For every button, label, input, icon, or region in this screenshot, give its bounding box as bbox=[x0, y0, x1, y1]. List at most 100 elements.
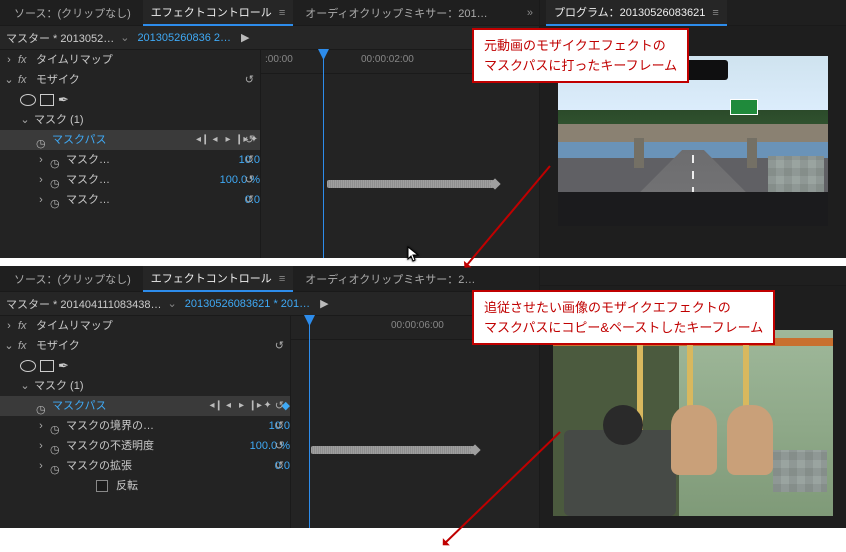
fx-time-remap[interactable]: タイムリマップ bbox=[36, 50, 260, 70]
fx-mosaic[interactable]: モザイク bbox=[36, 336, 290, 356]
tab-effect-controls[interactable]: エフェクトコントロール ≡ bbox=[143, 266, 293, 292]
nested-clip-name[interactable]: 201305260836 2… bbox=[133, 32, 235, 44]
stopwatch-icon[interactable]: ◷ bbox=[50, 194, 62, 206]
mosaic-area bbox=[773, 450, 827, 492]
keyframe-cluster[interactable] bbox=[327, 180, 495, 188]
stopwatch-icon[interactable]: ◷ bbox=[50, 154, 62, 166]
mask-expand[interactable]: マスク… bbox=[66, 190, 241, 210]
reset-icon[interactable]: ↺ bbox=[275, 456, 284, 476]
mask-opacity[interactable]: マスクの不透明度 bbox=[66, 436, 246, 456]
stopwatch-icon[interactable]: ◷ bbox=[50, 460, 62, 472]
invert-checkbox[interactable] bbox=[96, 480, 108, 492]
panel-menu-icon[interactable]: ≡ bbox=[712, 7, 718, 19]
stopwatch-icon[interactable]: ◷ bbox=[50, 174, 62, 186]
tab-audio-mixer[interactable]: オーディオクリップミキサー：2… bbox=[297, 267, 483, 291]
effect-tree: ›fxタイムリマップ ⌄fxモザイク↺ ✒ ⌄マスク (1) ◷ マスクパス ◂… bbox=[0, 50, 260, 258]
play-icon[interactable]: ▶ bbox=[241, 31, 249, 44]
fx-time-remap[interactable]: タイムリマップ bbox=[36, 316, 290, 336]
mask-path-row[interactable]: ◷ マスクパス ◂❙ ◂ ▸ ❙▸ ✦ ◆ ↺ bbox=[0, 396, 290, 416]
track-prev-icon[interactable]: ◂ bbox=[209, 130, 221, 150]
reset-icon[interactable]: ↺ bbox=[275, 436, 284, 456]
reset-icon[interactable]: ↺ bbox=[245, 170, 254, 190]
mask-ellipse-icon[interactable] bbox=[20, 94, 36, 106]
keyframe-cluster[interactable] bbox=[311, 446, 475, 454]
reset-icon[interactable]: ↺ bbox=[275, 416, 284, 436]
clip-header: マスター * 201404111083438… ⌄ 20130526083621… bbox=[0, 292, 539, 316]
master-clip-name[interactable]: マスター * 201404111083438… bbox=[0, 296, 168, 312]
chevron-down-icon[interactable]: ⌄ bbox=[120, 31, 129, 44]
fx-icon: fx bbox=[18, 316, 32, 336]
mask-group[interactable]: マスク (1) bbox=[34, 110, 260, 130]
tab-effect-controls[interactable]: エフェクトコントロール ≡ bbox=[143, 0, 293, 26]
fx-icon: fx bbox=[18, 336, 32, 356]
reset-icon[interactable]: ↺ bbox=[245, 190, 254, 210]
track-backward-icon[interactable]: ◂❙ bbox=[196, 130, 208, 150]
tabs-overflow-icon[interactable]: » bbox=[527, 7, 533, 19]
track-next-icon[interactable]: ▸ bbox=[222, 130, 234, 150]
tab-program[interactable]: プログラム：20130526083621 ≡ bbox=[546, 0, 727, 26]
mask-feather[interactable]: マスク… bbox=[66, 150, 235, 170]
tab-source[interactable]: ソース：(クリップなし) bbox=[6, 1, 139, 25]
caret-icon[interactable]: › bbox=[4, 316, 14, 336]
mouse-cursor-icon bbox=[407, 246, 421, 264]
caret-icon[interactable]: › bbox=[36, 436, 46, 456]
caret-icon[interactable]: › bbox=[36, 150, 46, 170]
tab-audio-mixer[interactable]: オーディオクリップミキサー：201… bbox=[297, 1, 495, 25]
master-clip-name[interactable]: マスター * 2013052… bbox=[0, 30, 120, 46]
tick-label: 00:00:02:00 bbox=[361, 54, 414, 65]
mask-rect-icon[interactable] bbox=[40, 360, 54, 372]
reset-icon[interactable]: ↺ bbox=[245, 130, 254, 150]
stopwatch-icon[interactable]: ◷ bbox=[36, 400, 48, 412]
mask-opacity[interactable]: マスク… bbox=[66, 170, 216, 190]
caret-icon[interactable]: › bbox=[36, 170, 46, 190]
mask-rect-icon[interactable] bbox=[40, 94, 54, 106]
highway-sign bbox=[730, 99, 758, 115]
caret-icon[interactable]: › bbox=[36, 190, 46, 210]
track-settings-icon[interactable]: ✦ bbox=[262, 396, 274, 416]
fx-mosaic[interactable]: モザイク bbox=[36, 70, 260, 90]
tick-label: :00:00 bbox=[265, 54, 293, 65]
effect-controls-panel: ソース：(クリップなし) エフェクトコントロール ≡ オーディオクリップミキサー… bbox=[0, 0, 540, 258]
chevron-down-icon[interactable]: ⌄ bbox=[168, 297, 177, 310]
caret-icon[interactable]: ⌄ bbox=[20, 110, 30, 130]
mosaic-area bbox=[768, 156, 824, 192]
caret-icon[interactable]: ⌄ bbox=[4, 336, 14, 356]
track-forward-icon[interactable]: ❙▸ bbox=[249, 396, 261, 416]
caret-icon[interactable]: › bbox=[4, 50, 14, 70]
reset-icon[interactable]: ↺ bbox=[245, 70, 254, 90]
reset-icon[interactable]: ↺ bbox=[245, 150, 254, 170]
stopwatch-icon[interactable]: ◷ bbox=[50, 420, 62, 432]
mask-pen-icon[interactable]: ✒ bbox=[58, 356, 69, 376]
mask-invert-row[interactable]: 反転 bbox=[0, 476, 290, 496]
stopwatch-icon[interactable]: ◷ bbox=[50, 440, 62, 452]
mask-feather[interactable]: マスクの境界の… bbox=[66, 416, 265, 436]
fx-icon: fx bbox=[18, 70, 32, 90]
nested-clip-name[interactable]: 20130526083621 * 201… bbox=[181, 298, 314, 310]
reset-icon[interactable]: ↺ bbox=[275, 336, 284, 356]
track-next-icon[interactable]: ▸ bbox=[236, 396, 248, 416]
program-monitor[interactable] bbox=[553, 330, 833, 516]
stopwatch-icon[interactable]: ◷ bbox=[36, 134, 48, 146]
tab-source[interactable]: ソース：(クリップなし) bbox=[6, 267, 139, 291]
playhead[interactable] bbox=[323, 50, 324, 258]
track-backward-icon[interactable]: ◂❙ bbox=[210, 396, 222, 416]
mask-path-row[interactable]: ◷ マスクパス ◂❙ ◂ ▸ ❙▸ ✦ ↺ bbox=[0, 130, 260, 150]
mask-pen-icon[interactable]: ✒ bbox=[58, 90, 69, 110]
caret-icon[interactable]: › bbox=[36, 456, 46, 476]
play-icon[interactable]: ▶ bbox=[320, 297, 328, 310]
panel-menu-icon[interactable]: ≡ bbox=[279, 273, 285, 285]
clip-header: マスター * 2013052… ⌄ 201305260836 2… ▶ bbox=[0, 26, 539, 50]
effect-controls-panel: ソース：(クリップなし) エフェクトコントロール ≡ オーディオクリップミキサー… bbox=[0, 266, 540, 528]
mask-group[interactable]: マスク (1) bbox=[34, 376, 290, 396]
reset-icon[interactable]: ↺ bbox=[275, 396, 284, 416]
panel-menu-icon[interactable]: ≡ bbox=[279, 7, 285, 19]
mask-expand[interactable]: マスクの拡張 bbox=[66, 456, 271, 476]
keyframe-timeline[interactable]: 00:00:06:00 00:0… bbox=[290, 316, 539, 528]
caret-icon[interactable]: ⌄ bbox=[20, 376, 30, 396]
caret-icon[interactable]: › bbox=[36, 416, 46, 436]
mask-ellipse-icon[interactable] bbox=[20, 360, 36, 372]
playhead[interactable] bbox=[309, 316, 310, 528]
caret-icon[interactable]: ⌄ bbox=[4, 70, 14, 90]
track-prev-icon[interactable]: ◂ bbox=[223, 396, 235, 416]
tick-label: 00:00:06:00 bbox=[391, 320, 444, 331]
